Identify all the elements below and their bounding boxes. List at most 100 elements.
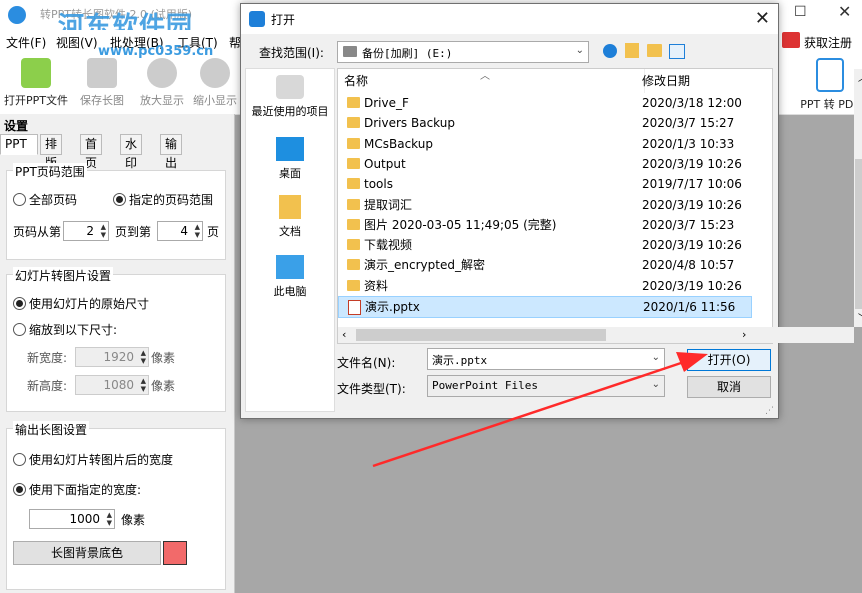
dialog-close-icon[interactable]: ✕ [755,8,770,29]
back-icon[interactable] [603,44,617,58]
folder-item[interactable]: 图片 2020-03-05 11;49;05 (完整) 2020/3/7 15:2… [338,215,752,235]
open-ppt-button[interactable]: 打开PPT文件 [0,58,72,108]
file-item[interactable]: 演示.pptx 2020/1/6 11:56 [338,296,752,318]
horizontal-scrollbar[interactable]: ‹ › [338,327,854,343]
cancel-button[interactable]: 取消 [687,376,771,398]
scroll-down-icon[interactable]: ﹀ [858,311,862,324]
output-title: 输出长图设置 [13,421,90,438]
chevron-down-icon[interactable]: ⌄ [652,352,660,363]
up-folder-icon[interactable] [625,43,639,58]
scale-size-radio[interactable] [13,323,26,336]
place-desktop[interactable]: 桌面 [246,137,334,181]
tab-watermark[interactable]: 水印 [120,134,143,170]
folder-item[interactable]: 提取词汇 2020/3/19 10:26 [338,195,752,215]
chevron-down-icon[interactable]: ⌄ [652,379,660,390]
spinner-arrows-icon[interactable]: ▲ ▼ [107,511,112,527]
open-ppt-label: 打开PPT文件 [4,94,68,107]
zoom-in-button[interactable]: 放大显示 [136,58,188,108]
folder-item[interactable]: MCsBackup 2020/1/3 10:33 [338,134,752,154]
filename-input[interactable]: 演示.pptx ⌄ [427,348,665,370]
folder-icon [347,279,360,291]
original-size-radio[interactable] [13,297,26,310]
slide-width-label: 使用幻灯片转图片后的宽度 [29,453,174,467]
folder-item[interactable]: tools 2019/7/17 10:06 [338,174,752,194]
file-date: 2020/1/3 10:33 [642,136,735,151]
file-date: 2020/3/18 12:00 [642,96,742,110]
folder-icon [347,137,360,149]
places-bar: 最近使用的项目 桌面 文档 此电脑 [245,68,335,412]
slide-image-title: 幻灯片转图片设置 [13,267,114,284]
folder-item[interactable]: 下载视频 2020/3/19 10:26 [338,235,752,255]
place-this-pc[interactable]: 此电脑 [246,255,334,299]
place-recent[interactable]: 最近使用的项目 [246,75,334,119]
settings-title: 设置 [4,119,29,133]
folder-item[interactable]: 演示_encrypted_解密 2020/4/8 10:57 [338,255,752,275]
all-pages-radio[interactable] [13,193,26,206]
height-unit-label: 像素 [151,379,176,393]
tab-layout[interactable]: 排版 [40,134,63,170]
save-image-button[interactable]: 保存长图 [76,58,128,108]
spinner-arrows-icon[interactable]: ▲ ▼ [101,223,106,239]
specified-width-radio[interactable] [13,483,26,496]
vertical-scroll-thumb[interactable] [855,159,862,309]
chevron-down-icon[interactable]: ⌄ [576,45,584,56]
place-desktop-label: 桌面 [279,167,301,180]
output-width-spinner[interactable]: 1000 ▲ ▼ [29,509,115,529]
column-modified-header[interactable]: 修改日期 [638,69,857,93]
output-group: 输出长图设置 使用幻灯片转图片后的宽度 使用下面指定的宽度: 1000 ▲ ▼ 像素… [6,421,226,590]
desktop-icon [276,137,304,161]
computer-icon [276,255,304,279]
settings-panel: 设置 PPT 排版 首页 水印 输出 PPT页码范围 全部页码 指定的页码范围 … [0,114,235,593]
spinner-arrows-icon[interactable]: ▲ ▼ [141,377,146,393]
folder-item[interactable]: 资料 2020/3/19 10:26 [338,276,752,296]
look-in-dropdown[interactable]: 备份[加刷] (E:) ⌄ [337,41,589,63]
from-page-spinner[interactable]: 2 ▲ ▼ [63,221,109,241]
menu-view[interactable]: 视图(V) [56,34,98,51]
from-label: 页码从第 [13,225,62,239]
file-name: 下载视频 [364,238,413,253]
maximize-icon[interactable]: ☐ [794,4,807,20]
close-icon[interactable]: ✕ [838,2,851,21]
bg-color-button[interactable]: 长图背景底色 [13,541,161,565]
zoom-in-label: 放大显示 [140,94,184,107]
folder-icon [347,117,360,129]
slide-width-radio[interactable] [13,453,26,466]
bg-color-swatch[interactable] [163,541,187,565]
menu-file[interactable]: 文件(F) [6,34,46,51]
new-folder-icon[interactable] [647,44,662,57]
place-documents[interactable]: 文档 [246,195,334,239]
recent-icon [276,75,304,99]
filetype-dropdown[interactable]: PowerPoint Files ⌄ [427,375,665,397]
vertical-scrollbar[interactable]: ︿ ﹀ [854,69,862,327]
scroll-up-icon[interactable]: ︿ [858,71,862,84]
new-width-spinner[interactable]: 1920 ▲ ▼ [75,347,149,367]
to-page-spinner[interactable]: 4 ▲ ▼ [157,221,203,241]
specified-pages-radio[interactable] [113,193,126,206]
zoom-out-button[interactable]: 缩小显示 [192,58,238,108]
file-name: 资料 [364,278,389,293]
file-date: 2020/4/8 10:57 [642,258,735,273]
view-menu-icon[interactable] [669,44,685,59]
column-name-header[interactable]: 名称 [338,69,645,93]
tab-cover[interactable]: 首页 [80,134,103,170]
horizontal-scroll-thumb[interactable] [356,329,606,341]
scroll-right-icon[interactable]: › [742,328,746,341]
open-button[interactable]: 打开(O) [687,349,771,371]
scroll-left-icon[interactable]: ‹ [342,328,346,341]
tab-ppt[interactable]: PPT [0,134,38,155]
filename-label: 文件名(N): [337,356,396,370]
documents-icon [279,195,301,219]
tab-output[interactable]: 输出 [160,134,183,170]
zoom-out-label: 缩小显示 [193,94,237,107]
resize-grip-icon[interactable]: ⋰ [765,406,774,416]
ppt-to-pdf-label: PPT 转 PDF [800,98,860,111]
folder-item[interactable]: Output 2020/3/19 10:26 [338,154,752,174]
drive-icon [343,46,357,57]
open-file-dialog: 打开 ✕ 查找范围(I): 备份[加刷] (E:) ⌄ 最近使用的项目 桌面 文… [240,3,862,419]
new-height-spinner[interactable]: 1080 ▲ ▼ [75,375,149,395]
folder-item[interactable]: Drivers Backup 2020/3/7 15:27 [338,113,752,133]
spinner-arrows-icon[interactable]: ▲ ▼ [195,223,200,239]
filetype-label: 文件类型(T): [337,382,406,396]
folder-item[interactable]: Drive_F 2020/3/18 12:00 [338,93,752,113]
spinner-arrows-icon[interactable]: ▲ ▼ [141,349,146,365]
